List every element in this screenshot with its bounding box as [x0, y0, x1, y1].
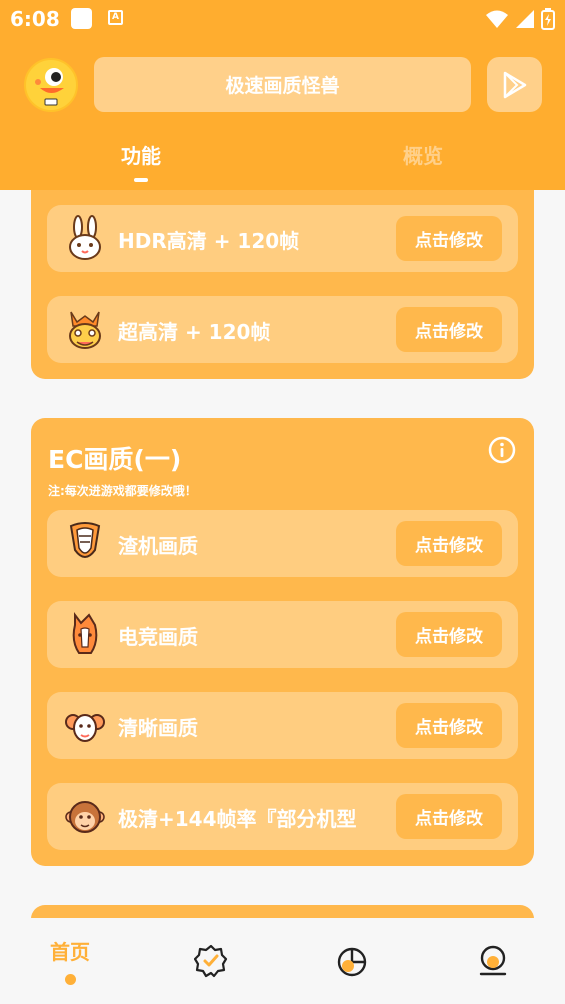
list-item: 电竞画质 点击修改 — [47, 601, 518, 668]
app-header: 6:08 A 极速画质怪兽 功能 概览 — [0, 0, 565, 190]
dragon-icon — [69, 311, 101, 349]
app-title-button[interactable]: 极速画质怪兽 — [94, 57, 471, 112]
row-label: HDR高清 + 120帧 — [118, 229, 300, 253]
list-item: HDR高清 + 120帧 点击修改 — [47, 205, 518, 272]
quality-card-next — [31, 905, 534, 918]
modify-button[interactable]: 点击修改 — [396, 521, 502, 566]
ram-icon — [65, 714, 105, 742]
status-time: 6:08 — [10, 7, 60, 31]
main-content[interactable]: HDR高清 + 120帧 点击修改 超高清 + 120帧 点击修改 EC画质(一… — [0, 190, 565, 918]
nav-home[interactable]: 首页 — [34, 936, 106, 965]
row-label: 渣机画质 — [118, 534, 198, 558]
rabbit-icon — [69, 215, 101, 260]
avatar[interactable] — [24, 58, 78, 112]
tab-features[interactable]: 功能 — [91, 140, 191, 169]
bottom-nav: 首页 — [0, 918, 565, 1004]
list-item: 超高清 + 120帧 点击修改 — [47, 296, 518, 363]
list-item: 极清+144帧率『部分机型 点击修改 — [47, 783, 518, 850]
row-label: 极清+144帧率『部分机型 — [118, 807, 357, 831]
keyboard-icon: A — [108, 10, 123, 25]
quality-card-top: HDR高清 + 120帧 点击修改 超高清 + 120帧 点击修改 — [31, 190, 534, 379]
modify-button[interactable]: 点击修改 — [396, 703, 502, 748]
verified-badge-icon[interactable] — [194, 944, 228, 978]
modify-button[interactable]: 点击修改 — [396, 612, 502, 657]
monster-avatar-icon — [27, 61, 75, 109]
status-icons — [485, 8, 555, 30]
info-icon[interactable] — [488, 436, 516, 464]
notification-icon — [71, 8, 92, 29]
row-label: 清晰画质 — [118, 716, 198, 740]
row-label: 电竞画质 — [118, 625, 198, 649]
battery-icon — [541, 8, 555, 30]
horse-icon — [72, 612, 98, 654]
list-item: 清晰画质 点击修改 — [47, 692, 518, 759]
card-title: EC画质(一) — [48, 445, 182, 474]
list-item: 渣机画质 点击修改 — [47, 510, 518, 577]
modify-button[interactable]: 点击修改 — [396, 794, 502, 839]
play-icon — [503, 71, 526, 98]
snake-icon — [69, 522, 101, 558]
pie-chart-icon[interactable] — [335, 944, 369, 978]
row-label: 超高清 + 120帧 — [118, 320, 271, 344]
status-bar: 6:08 A — [0, 0, 565, 40]
nav-active-dot — [65, 974, 76, 985]
tab-indicator — [134, 178, 148, 182]
play-store-button[interactable] — [487, 57, 542, 112]
ec-quality-card: EC画质(一) 注:每次进游戏都要修改哦！ 渣机画质 点击修改 电竞画质 点击修… — [31, 418, 534, 866]
monkey-icon — [65, 801, 105, 833]
tab-overview[interactable]: 概览 — [373, 140, 473, 169]
modify-button[interactable]: 点击修改 — [396, 216, 502, 261]
card-note: 注:每次进游戏都要修改哦！ — [48, 484, 197, 498]
wifi-icon — [486, 10, 508, 28]
profile-icon[interactable] — [476, 944, 510, 978]
modify-button[interactable]: 点击修改 — [396, 307, 502, 352]
signal-icon — [516, 10, 534, 28]
